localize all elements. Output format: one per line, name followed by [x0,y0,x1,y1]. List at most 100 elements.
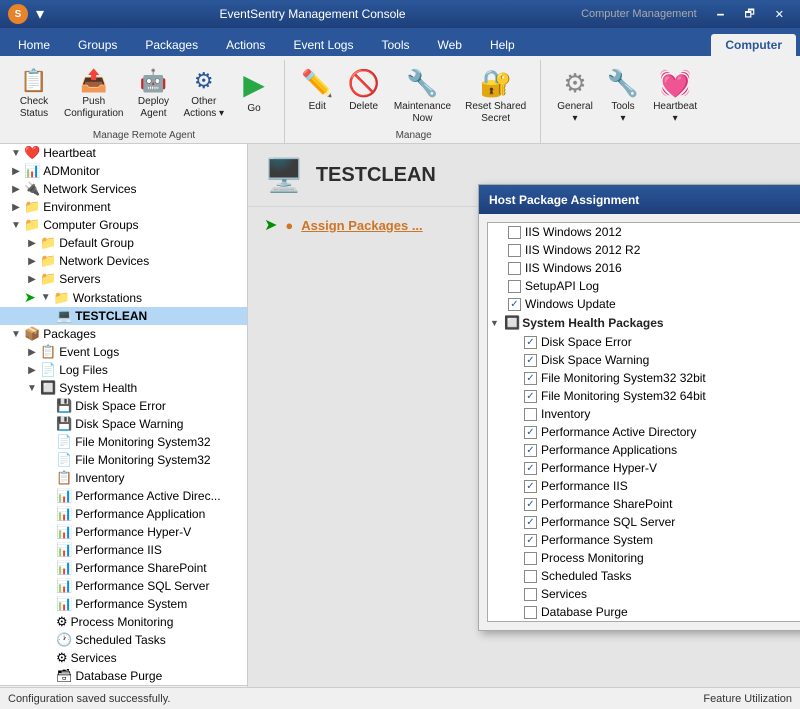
pkg-checkbox-processmon[interactable] [524,552,537,565]
tree-item-defaultgroup[interactable]: ▶ 📁 Default Group [0,234,247,252]
tab-actions[interactable]: Actions [212,34,279,56]
pkg-item-filemon32bit[interactable]: File Monitoring System32 32bit [488,369,800,387]
ribbon-check-status[interactable]: 📋 CheckStatus [12,66,56,122]
minimize-button[interactable]: 🗕 [709,3,733,26]
left-panel-scrollbar[interactable] [0,685,247,687]
syshealth-expander[interactable]: ▼ [490,318,502,328]
ribbon-push-configuration[interactable]: 📤 PushConfiguration [58,66,129,122]
pkg-item-perfad[interactable]: Performance Active Directory [488,423,800,441]
pkg-checkbox-perfsystem[interactable] [524,534,537,547]
tree-item-filemon32a[interactable]: 📄 File Monitoring System32 [0,433,247,451]
pkg-item-filemon64bit[interactable]: File Monitoring System32 64bit [488,387,800,405]
ribbon-general[interactable]: ⚙ General▾ [551,66,599,127]
pkg-checkbox-scheduledtasks[interactable] [524,570,537,583]
pkg-item-processmon[interactable]: Process Monitoring [488,549,800,567]
tab-computer[interactable]: Computer [711,34,796,56]
pkg-checkbox-inventory[interactable] [524,408,537,421]
close-button[interactable]: ✕ [767,3,792,26]
defaultgroup-expander[interactable]: ▶ [24,235,40,251]
tree-item-eventlogs[interactable]: ▶ 📋 Event Logs [0,343,247,361]
pkg-item-iis2016[interactable]: IIS Windows 2016 [488,259,800,277]
tree-item-systemhealth[interactable]: ▼ 🔲 System Health [0,379,247,397]
ribbon-deploy-agent[interactable]: 🤖 DeployAgent [131,66,175,122]
pkg-checkbox-filemon64bit[interactable] [524,390,537,403]
pkg-item-setupapi[interactable]: SetupAPI Log [488,277,800,295]
pkg-checkbox-services[interactable] [524,588,537,601]
ribbon-go[interactable]: ▶ Go [232,66,276,117]
pkg-item-iis2012[interactable]: IIS Windows 2012 [488,223,800,241]
netdevices-expander[interactable]: ▶ [24,253,40,269]
pkg-item-perfsystem[interactable]: Performance System [488,531,800,549]
tree-item-perfsystem[interactable]: 📊 Performance System [0,595,247,613]
tree-item-perfsql[interactable]: 📊 Performance SQL Server [0,577,247,595]
ribbon-reset-secret[interactable]: 🔐 Reset SharedSecret [459,66,532,127]
tree-item-packages[interactable]: ▼ 📦 Packages [0,325,247,343]
tree-item-diskspaceerror[interactable]: 💾 Disk Space Error [0,397,247,415]
ribbon-tools[interactable]: 🔧 Tools▾ [601,66,645,127]
pkg-checkbox-perfad[interactable] [524,426,537,439]
tree-item-admonitor[interactable]: ▶ 📊 ADMonitor [0,162,247,180]
heartbeat-expander[interactable]: ▼ [8,145,24,161]
pkg-item-perfsharepoint[interactable]: Performance SharePoint [488,495,800,513]
logfiles-expander[interactable]: ▶ [24,362,40,378]
pkg-item-perfapps[interactable]: Performance Applications [488,441,800,459]
workstations-expander[interactable]: ▼ [38,290,54,306]
ribbon-other-actions[interactable]: ⚙ OtherActions ▾ [177,66,230,122]
quick-access[interactable]: ▾ [36,4,44,24]
pkg-item-dbpurge[interactable]: Database Purge [488,603,800,621]
pkg-item-dse[interactable]: Disk Space Error [488,333,800,351]
pkg-checkbox-filemon32bit[interactable] [524,372,537,385]
pkg-item-perfsql[interactable]: Performance SQL Server [488,513,800,531]
pkg-item-emocheck[interactable]: ➤ Emocheck [488,621,800,622]
pkg-checkbox-perfapps[interactable] [524,444,537,457]
pkg-checkbox-dbpurge[interactable] [524,606,537,619]
ribbon-heartbeat[interactable]: 💓 Heartbeat▾ [647,66,703,127]
tree-item-testclean[interactable]: 💻 TESTCLEAN [0,307,247,325]
tree-item-services[interactable]: ⚙ Services [0,649,247,667]
eventlogs-expander[interactable]: ▶ [24,344,40,360]
tree-item-heartbeat[interactable]: ▼ ❤️ Heartbeat [0,144,247,162]
tree-item-scheduledtasks[interactable]: 🕐 Scheduled Tasks [0,631,247,649]
tree-item-networkdevices[interactable]: ▶ 📁 Network Devices [0,252,247,270]
env-expander[interactable]: ▶ [8,199,24,215]
netservices-expander[interactable]: ▶ [8,181,24,197]
ribbon-edit[interactable]: ✏️ Edit [295,66,339,115]
tree-item-perfactivedir[interactable]: 📊 Performance Active Direc... [0,487,247,505]
tree-item-filemon32b[interactable]: 📄 File Monitoring System32 [0,451,247,469]
pkg-item-services[interactable]: Services [488,585,800,603]
tree-item-dbpurge[interactable]: 🗃 Database Purge [0,667,247,685]
tree-item-computergroups[interactable]: ▼ 📁 Computer Groups [0,216,247,234]
tab-groups[interactable]: Groups [64,34,131,56]
packages-expander[interactable]: ▼ [8,326,24,342]
pkg-item-inventory[interactable]: Inventory [488,405,800,423]
tab-eventlogs[interactable]: Event Logs [279,34,367,56]
pkg-checkbox-iis2012[interactable] [508,226,521,239]
tab-home[interactable]: Home [4,34,64,56]
systemhealth-expander[interactable]: ▼ [24,380,40,396]
compgroups-expander[interactable]: ▼ [8,217,24,233]
pkg-checkbox-dsw[interactable] [524,354,537,367]
pkg-item-iis2012r2[interactable]: IIS Windows 2012 R2 [488,241,800,259]
tree-item-processmon[interactable]: ⚙ Process Monitoring [0,613,247,631]
tab-packages[interactable]: Packages [131,34,212,56]
pkg-checkbox-perfiis[interactable] [524,480,537,493]
tree-item-logfiles[interactable]: ▶ 📄 Log Files [0,361,247,379]
tab-web[interactable]: Web [424,34,476,56]
pkg-group-systemhealth[interactable]: ▼ 🔲 System Health Packages [488,313,800,333]
dialog-package-list[interactable]: IIS Windows 2012 IIS Windows 2012 R2 IIS… [487,222,800,622]
ribbon-maintenance[interactable]: 🔧 MaintenanceNow [388,66,457,127]
pkg-checkbox-setupapi[interactable] [508,280,521,293]
pkg-checkbox-perfsql[interactable] [524,516,537,529]
pkg-checkbox-perfsharepoint[interactable] [524,498,537,511]
admonitor-expander[interactable]: ▶ [8,163,24,179]
tree-item-perfapp[interactable]: 📊 Performance Application [0,505,247,523]
tab-help[interactable]: Help [476,34,529,56]
pkg-checkbox-perfhyperv[interactable] [524,462,537,475]
tree-item-servers[interactable]: ▶ 📁 Servers [0,270,247,288]
pkg-item-perfhyperv[interactable]: Performance Hyper-V [488,459,800,477]
pkg-item-scheduledtasks[interactable]: Scheduled Tasks [488,567,800,585]
tab-tools[interactable]: Tools [367,34,423,56]
pkg-item-windowsupdate[interactable]: Windows Update [488,295,800,313]
pkg-checkbox-windowsupdate[interactable] [508,298,521,311]
pkg-item-dsw[interactable]: Disk Space Warning [488,351,800,369]
